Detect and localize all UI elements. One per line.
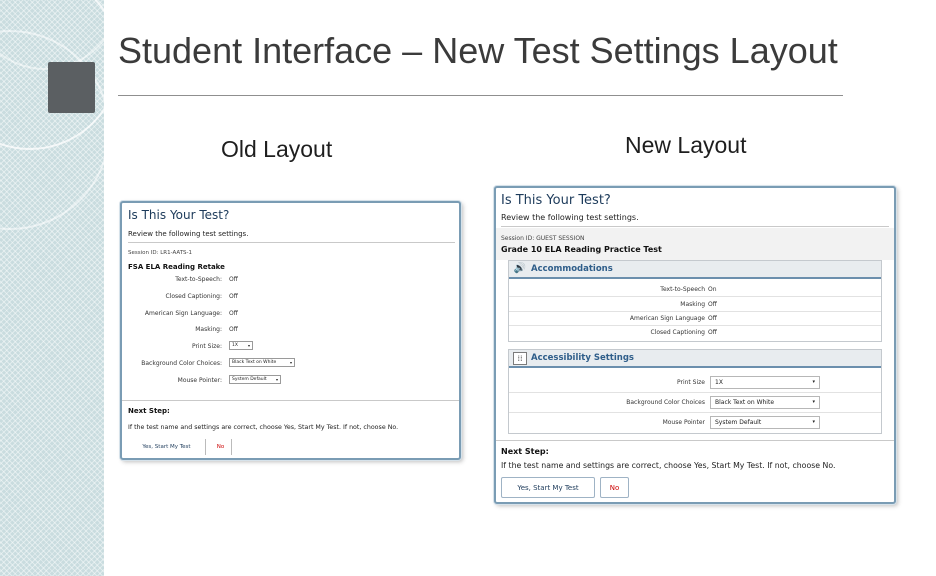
old-dropdown-row: Mouse Pointer: System Default ▾ (122, 375, 422, 387)
accommodations-panel: 🔊 Accommodations Text-to-Speech On Maski… (508, 260, 882, 342)
chevron-down-icon: ▾ (275, 377, 278, 382)
divider (496, 440, 894, 441)
old-layout-screenshot: Is This Your Test? Review the following … (120, 201, 461, 460)
old-instruction: If the test name and settings are correc… (128, 424, 399, 431)
accommodation-row: Text-to-Speech On (509, 283, 881, 297)
yes-start-test-button[interactable]: Yes, Start My Test (128, 439, 206, 455)
accessibility-label: Background Color Choices (626, 399, 705, 406)
new-heading: Is This Your Test? (501, 193, 611, 208)
select-value: Black Text on White (715, 399, 775, 406)
print-size-select[interactable]: 1X ▾ (229, 341, 253, 350)
select-value: Black Text on White (232, 360, 277, 365)
accessibility-settings-title: Accessibility Settings (531, 353, 634, 363)
chevron-down-icon: ▾ (812, 399, 815, 405)
old-test-name: FSA ELA Reading Retake (128, 263, 225, 271)
accommodation-row: American Sign Language Off (509, 312, 881, 326)
old-dropdown-row: Background Color Choices: Black Text on … (122, 358, 422, 370)
old-session-id: Session ID: LR1-AATS-1 (128, 250, 193, 256)
old-heading: Is This Your Test? (128, 208, 230, 222)
accommodation-label: American Sign Language (629, 315, 705, 322)
mouse-pointer-select[interactable]: System Default ▾ (229, 375, 281, 384)
old-dropdown-row: Print Size: 1X ▾ (122, 341, 422, 353)
accommodation-value: Off (708, 315, 717, 322)
select-value: System Default (232, 377, 267, 382)
audio-speaker-icon: 🔊 (513, 263, 527, 274)
accommodation-label: Text-to-Speech (660, 286, 705, 293)
chevron-down-icon: ▾ (812, 379, 815, 385)
dropdown-label: Print Size: (191, 343, 222, 350)
session-band (496, 228, 894, 260)
new-test-name: Grade 10 ELA Reading Practice Test (501, 245, 662, 254)
setting-label: Masking: (195, 326, 222, 333)
slide-title: Student Interface – New Test Settings La… (118, 30, 838, 71)
divider (501, 226, 889, 227)
dropdown-label: Background Color Choices: (141, 360, 222, 367)
accommodation-value: Off (708, 301, 717, 308)
no-button[interactable]: No (600, 477, 629, 498)
setting-label: American Sign Language: (144, 310, 222, 317)
mouse-pointer-select[interactable]: System Default ▾ (710, 416, 820, 429)
new-subheading: Review the following test settings. (501, 213, 639, 222)
print-size-select[interactable]: 1X ▾ (710, 376, 820, 389)
accessibility-row: Mouse Pointer System Default ▾ (509, 413, 881, 433)
setting-value: Off (229, 293, 238, 300)
accommodation-value: Off (708, 329, 717, 336)
old-setting-row: Masking: Off (122, 326, 422, 336)
accessibility-label: Mouse Pointer (662, 419, 705, 426)
accommodation-label: Closed Captioning (650, 329, 705, 336)
select-value: System Default (715, 419, 762, 426)
setting-value: Off (229, 276, 238, 283)
no-button[interactable]: No (210, 439, 232, 455)
settings-sliders-icon: ⁞⁞ (513, 352, 527, 365)
background-color-select[interactable]: Black Text on White ▾ (710, 396, 820, 409)
accessibility-settings-panel: ⁞⁞ Accessibility Settings Print Size 1X ▾… (508, 349, 882, 434)
old-setting-row: Closed Captioning: Off (122, 293, 422, 303)
accommodations-title: Accommodations (531, 264, 613, 274)
select-value: 1X (715, 379, 723, 386)
accessibility-row: Print Size 1X ▾ (509, 373, 881, 393)
accessibility-settings-header: ⁞⁞ Accessibility Settings (509, 350, 881, 368)
old-subheading: Review the following test settings. (128, 230, 249, 238)
select-value: 1X (232, 343, 238, 348)
accommodation-value: On (708, 286, 717, 293)
old-next-step-label: Next Step: (128, 407, 170, 415)
setting-label: Closed Captioning: (165, 293, 222, 300)
divider (128, 242, 455, 243)
chevron-down-icon: ▾ (247, 343, 250, 348)
accessibility-label: Print Size (676, 379, 705, 386)
divider (122, 400, 459, 401)
old-setting-row: Text-to-Speech: Off (122, 276, 422, 286)
chevron-down-icon: ▾ (812, 419, 815, 425)
accommodation-label: Masking (680, 301, 705, 308)
new-layout-screenshot: Is This Your Test? Review the following … (494, 186, 896, 504)
title-divider (118, 95, 843, 96)
decorative-square (48, 62, 95, 113)
setting-value: Off (229, 326, 238, 333)
new-instruction: If the test name and settings are correc… (501, 461, 836, 470)
setting-label: Text-to-Speech: (175, 276, 222, 283)
yes-start-test-button[interactable]: Yes, Start My Test (501, 477, 595, 498)
accommodation-row: Closed Captioning Off (509, 326, 881, 340)
new-next-step-label: Next Step: (501, 447, 549, 456)
new-layout-caption: New Layout (625, 132, 747, 158)
setting-value: Off (229, 310, 238, 317)
dropdown-label: Mouse Pointer: (177, 377, 222, 384)
new-session-id: Session ID: GUEST SESSION (501, 235, 585, 242)
background-color-select[interactable]: Black Text on White ▾ (229, 358, 295, 367)
old-layout-caption: Old Layout (221, 136, 333, 162)
chevron-down-icon: ▾ (289, 360, 292, 365)
accessibility-row: Background Color Choices Black Text on W… (509, 393, 881, 413)
accommodation-row: Masking Off (509, 298, 881, 312)
old-setting-row: American Sign Language: Off (122, 310, 422, 320)
accommodations-header: 🔊 Accommodations (509, 261, 881, 279)
